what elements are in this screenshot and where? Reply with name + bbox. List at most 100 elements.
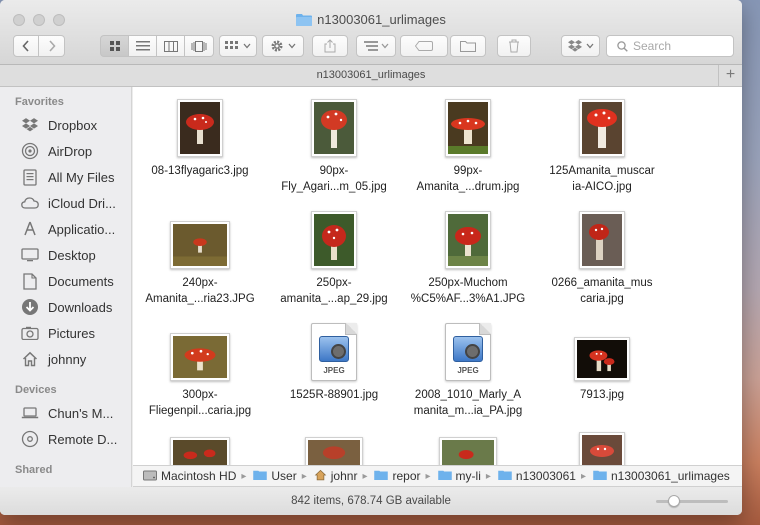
- window-title: n13003061_urlimages: [0, 12, 742, 29]
- tab-current[interactable]: n13003061_urlimages: [317, 69, 426, 81]
- file-grid: 08-13flyagaric3.jpg 90px- Fly_Agari...m_0…: [133, 87, 742, 465]
- file-item[interactable]: 125Amanita_muscar ia-AICO.jpg: [535, 95, 669, 195]
- sidebar-item-downloads[interactable]: Downloads: [20, 296, 132, 318]
- all-files-icon: [20, 168, 40, 186]
- jpeg-file-icon: JPEG: [311, 323, 357, 381]
- desktop-icon: [20, 246, 40, 264]
- file-item[interactable]: 250px-amanita_...ap_29.jpg: [267, 207, 401, 307]
- sidebar-item-label: Documents: [48, 273, 114, 289]
- grid-icon: [109, 41, 120, 51]
- folder-icon: [296, 13, 313, 29]
- sidebar: Favorites Dropbox AirDrop All My Files i…: [0, 87, 132, 515]
- sidebar-item-remote-disc[interactable]: Remote D...: [20, 428, 132, 450]
- airdrop-icon: [20, 142, 40, 160]
- file-item[interactable]: [133, 437, 267, 465]
- sidebar-item-label: iCloud Dri...: [48, 195, 116, 211]
- share-icon: [324, 39, 336, 53]
- file-item[interactable]: JPEG 2008_1010_Marly_A manita_m...ia_PA.j…: [401, 319, 535, 419]
- forward-button[interactable]: [39, 35, 65, 57]
- icloud-icon: [20, 194, 40, 212]
- sidebar-item-pictures[interactable]: Pictures: [20, 322, 132, 344]
- file-item[interactable]: 250px-Muchom %C5%AF...3%A1.JPG: [401, 207, 535, 307]
- image-thumbnail: [170, 437, 230, 465]
- sidebar-item-all-my-files[interactable]: All My Files: [20, 166, 132, 188]
- share-button[interactable]: [312, 35, 348, 57]
- sharing-options-button[interactable]: [356, 35, 396, 57]
- sidebar-header-favorites: Favorites: [15, 96, 64, 108]
- new-folder-button[interactable]: [450, 35, 486, 57]
- icon-size-slider[interactable]: [656, 495, 728, 507]
- sidebar-item-label: All My Files: [48, 169, 115, 185]
- folder-icon: [374, 469, 389, 483]
- dropbox-menu-button[interactable]: [561, 35, 600, 57]
- sidebar-item-label: johnny: [48, 351, 87, 367]
- path-crumb[interactable]: Macintosh HD ▸: [143, 469, 251, 484]
- sidebar-item-home[interactable]: johnny: [20, 348, 132, 370]
- sidebar-item-computer[interactable]: Chun's M...: [20, 402, 132, 424]
- file-item[interactable]: 08-13flyagaric3.jpg: [133, 95, 267, 179]
- sidebar-item-applications[interactable]: Applicatio...: [20, 218, 132, 240]
- file-item[interactable]: 300px- Fliegenpil...caria.jpg: [133, 319, 267, 419]
- delete-button[interactable]: [497, 35, 531, 57]
- arrange-button[interactable]: [219, 35, 257, 57]
- search-placeholder: Search: [633, 39, 672, 53]
- action-button[interactable]: [262, 35, 304, 57]
- file-item[interactable]: [267, 437, 401, 465]
- home-icon: [20, 350, 40, 368]
- cover-flow-icon: [191, 40, 207, 52]
- dropbox-icon: [20, 116, 40, 134]
- file-name: 2008_1010_Marly_A manita_m...ia_PA.jpg: [413, 389, 523, 417]
- file-item[interactable]: 99px- Amanita_...drum.jpg: [401, 95, 535, 195]
- path-crumb[interactable]: n13003061_urlimages: [593, 469, 730, 483]
- file-item[interactable]: 0266_amanita_mus caria.jpg: [535, 207, 669, 307]
- path-crumb[interactable]: repor ▸: [374, 469, 435, 483]
- chevron-right-icon: ▸: [241, 470, 247, 482]
- sidebar-item-desktop[interactable]: Desktop: [20, 244, 132, 266]
- tab-bar: n13003061_urlimages +: [0, 65, 742, 87]
- file-item[interactable]: JPEG 1525R-88901.jpg: [267, 319, 401, 403]
- sidebar-item-documents[interactable]: Documents: [20, 270, 132, 292]
- path-crumb[interactable]: johnr ▸: [314, 469, 373, 484]
- new-folder-icon: [460, 41, 476, 52]
- sidebar-header-devices: Devices: [15, 384, 57, 396]
- back-button[interactable]: [13, 35, 39, 57]
- path-crumb[interactable]: my-li ▸: [437, 469, 496, 483]
- file-item[interactable]: 90px- Fly_Agari...m_05.jpg: [267, 95, 401, 195]
- pictures-icon: [20, 324, 40, 342]
- file-name: 250px-Muchom %C5%AF...3%A1.JPG: [410, 277, 526, 305]
- file-item[interactable]: [535, 432, 669, 465]
- image-thumbnail: [311, 211, 357, 269]
- sidebar-item-icloud-drive[interactable]: iCloud Dri...: [20, 192, 132, 214]
- list-view-button[interactable]: [129, 35, 157, 57]
- chevron-right-icon: ▸: [362, 470, 368, 482]
- file-name: 90px- Fly_Agari...m_05.jpg: [281, 165, 387, 193]
- cover-flow-button[interactable]: [185, 35, 214, 57]
- path-crumb[interactable]: n13003061 ▸: [498, 469, 591, 483]
- column-view-button[interactable]: [157, 35, 185, 57]
- file-name: 240px- Amanita_...ria23.JPG: [145, 277, 255, 305]
- file-name: 7913.jpg: [579, 389, 625, 401]
- path-crumb[interactable]: User ▸: [253, 469, 311, 483]
- applications-icon: [20, 220, 40, 238]
- titlebar: n13003061_urlimages Search: [0, 0, 742, 65]
- folder-icon: [498, 469, 512, 483]
- file-item[interactable]: 7913.jpg: [535, 319, 669, 403]
- icon-view-button[interactable]: [100, 35, 129, 57]
- list-icon: [135, 41, 150, 51]
- file-item[interactable]: [401, 437, 535, 465]
- sidebar-item-airdrop[interactable]: AirDrop: [20, 140, 132, 162]
- search-input[interactable]: Search: [606, 35, 734, 57]
- add-tab-button[interactable]: +: [718, 65, 742, 86]
- tags-button[interactable]: [400, 35, 448, 57]
- arrange-grid-icon: [225, 41, 238, 49]
- sidebar-item-dropbox[interactable]: Dropbox: [20, 114, 132, 136]
- sidebar-item-label: Applicatio...: [48, 221, 116, 237]
- folder-icon: [253, 469, 268, 483]
- file-item[interactable]: 240px- Amanita_...ria23.JPG: [133, 207, 267, 307]
- image-thumbnail: [579, 432, 625, 465]
- slider-knob[interactable]: [668, 495, 680, 507]
- file-name: 125Amanita_muscar ia-AICO.jpg: [549, 165, 655, 193]
- trash-icon: [509, 39, 519, 53]
- file-name: 250px-amanita_...ap_29.jpg: [280, 277, 388, 305]
- image-thumbnail: [170, 221, 230, 269]
